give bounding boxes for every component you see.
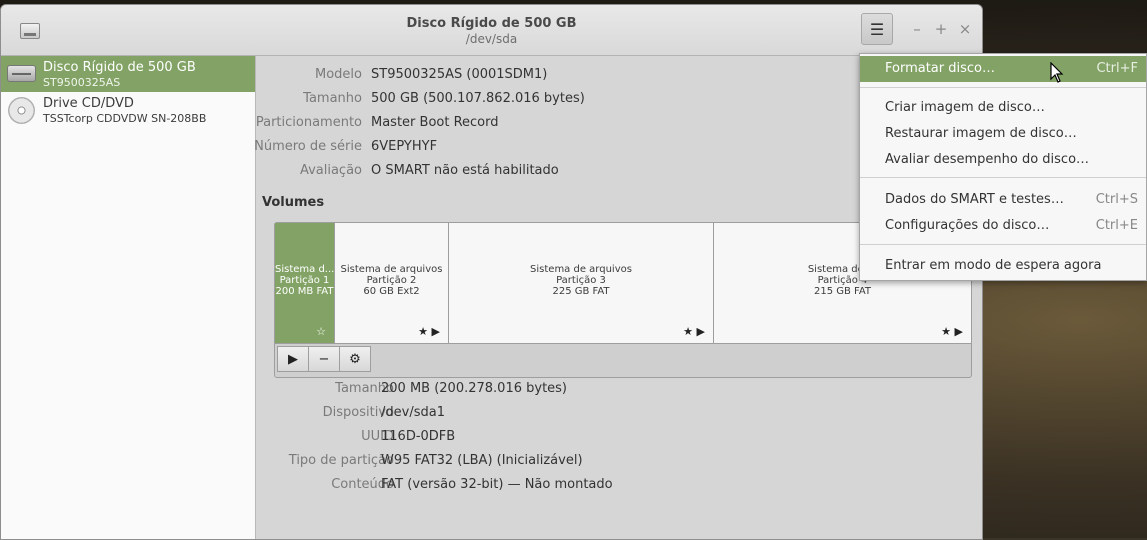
menu-item-label: Dados do SMART e testes… [885,192,1064,207]
menu-separator [860,177,1146,178]
window-title: Disco Rígido de 500 GB [406,16,577,31]
window-subtitle: /dev/sda [465,32,518,46]
partition-2[interactable]: Sistema de arquivos Partição 2 60 GB Ext… [335,223,449,343]
drive-name: Drive CD/DVD [43,96,134,111]
volume-value: 116D-0DFB [381,429,456,444]
volume-value: /dev/sda1 [381,405,445,420]
mount-button[interactable]: ▶ [277,346,309,372]
partition-number: Partição 2 [366,275,417,286]
partition-3[interactable]: Sistema de arquivos Partição 3 225 GB FA… [449,223,714,343]
partition-size: 225 GB FAT [552,286,610,297]
menu-item-disk-settings[interactable]: Configurações do disco… Ctrl+E [860,213,1146,239]
minimize-button[interactable]: – [909,21,925,37]
minus-icon: − [318,351,330,367]
partition-type: Sistema de arquivos [340,264,443,275]
volume-value: 200 MB (200.278.016 bytes) [381,381,568,396]
optical-disc-icon [8,97,35,124]
partition-number: Partição 1 [279,275,330,286]
bootable-star-icon: ☆ [316,325,326,338]
info-label: Número de série [254,139,362,154]
hard-disk-icon [7,65,36,82]
drive-model: TSSTcorp CDDVDW SN-208BB [43,112,207,125]
info-value: 500 GB (500.107.862.016 bytes) [371,91,585,106]
partition-type: Sistema de arquivos [530,264,632,275]
maximize-button[interactable]: + [933,21,949,37]
drive-item-hdd[interactable]: Disco Rígido de 500 GB ST9500325AS [1,56,255,92]
gears-icon: ⚙ [349,351,361,367]
partition-size: 215 GB FAT [813,286,872,297]
star-play-icon: ★ ▶ [941,325,963,338]
info-label: Tamanho [303,91,362,106]
menu-item-standby[interactable]: Entrar em modo de espera agora [860,253,1146,279]
partition-size: 200 MB FAT [275,286,334,297]
menu-item-shortcut: Ctrl+S [1095,192,1138,207]
menu-separator [860,87,1146,88]
hamburger-icon: ☰ [869,19,885,39]
info-value: Master Boot Record [371,115,499,130]
menu-item-shortcut: Ctrl+E [1095,218,1138,233]
drive-model: ST9500325AS [43,76,121,89]
info-label: Avaliação [299,163,362,178]
drive-menu-popover: Formatar disco… Ctrl+F Criar imagem de d… [859,53,1147,281]
menu-item-label: Configurações do disco… [885,218,1050,233]
partition-1[interactable]: Sistema d... Partição 1 200 MB FAT ☆ [275,223,335,343]
play-icon: ▶ [288,351,298,367]
volumes-heading: Volumes [262,195,325,210]
volume-value: W95 FAT32 (LBA) (Inicializável) [381,453,583,468]
info-label: Particionamento [255,115,362,130]
menu-item-restore-image[interactable]: Restaurar imagem de disco… [860,121,1146,147]
partition-size: 60 GB Ext2 [363,286,420,297]
volume-label: Tipo de partição [288,453,394,468]
drive-list: Disco Rígido de 500 GB ST9500325AS Drive… [1,56,256,539]
disks-window: Disco Rígido de 500 GB /dev/sda ☰ – + × … [0,4,983,540]
drive-item-cdrom[interactable]: Drive CD/DVD TSSTcorp CDDVDW SN-208BB [1,92,255,128]
menu-item-label: Avaliar desempenho do disco… [885,152,1090,167]
menu-item-smart[interactable]: Dados do SMART e testes… Ctrl+S [860,187,1146,213]
hamburger-menu-button[interactable]: ☰ [861,13,893,45]
menu-item-label: Restaurar imagem de disco… [885,126,1077,141]
drive-name: Disco Rígido de 500 GB [43,60,196,75]
partition-type: Sistema d... [275,264,335,275]
menu-item-format-disk[interactable]: Formatar disco… Ctrl+F [860,56,1146,82]
mouse-pointer-icon [1050,62,1064,83]
menu-item-benchmark[interactable]: Avaliar desempenho do disco… [860,147,1146,173]
menu-item-label: Entrar em modo de espera agora [885,258,1102,273]
menu-separator [860,244,1146,245]
volume-value: FAT (versão 32-bit) — Não montado [381,477,613,492]
menu-item-label: Formatar disco… [885,61,995,76]
partition-number: Partição 3 [556,275,606,286]
info-value: ST9500325AS (0001SDM1) [371,67,548,82]
menu-item-shortcut: Ctrl+F [1096,61,1138,76]
menu-item-create-image[interactable]: Criar imagem de disco… [860,95,1146,121]
star-play-icon: ★ ▶ [683,325,705,338]
delete-partition-button[interactable]: − [308,346,340,372]
info-value: O SMART não está habilitado [371,163,559,178]
partition-options-button[interactable]: ⚙ [339,346,371,372]
close-button[interactable]: × [957,21,973,37]
star-play-icon: ★ ▶ [418,325,440,338]
info-value: 6VEPYHYF [371,139,438,154]
title-bar[interactable]: Disco Rígido de 500 GB /dev/sda ☰ – + × [1,5,982,56]
menu-item-label: Criar imagem de disco… [885,100,1045,115]
info-label: Modelo [315,67,362,82]
